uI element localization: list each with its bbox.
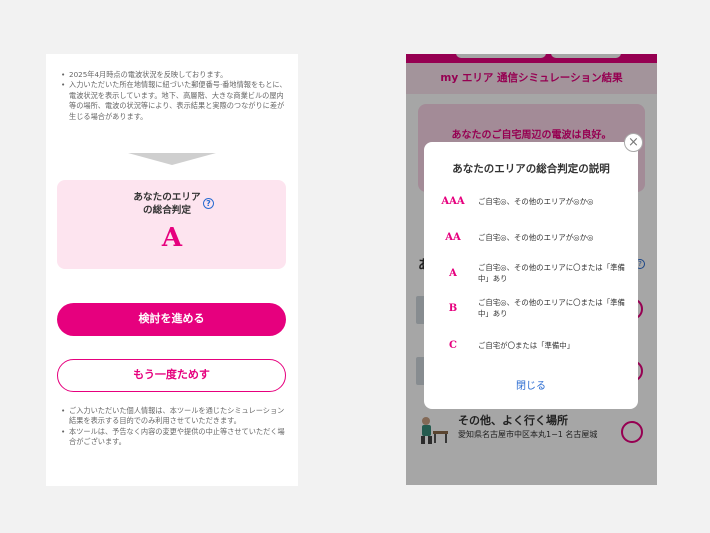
note-item: ご入力いただいた個人情報は、本ツールを通じたシミュレーション結果を表示する目的で…: [61, 406, 287, 427]
note-item: 入力いただいた所在地情報に紐づいた郵便番号·番地情報をもとに、電波状況を表示して…: [61, 80, 287, 122]
judge-grade: A: [161, 223, 183, 253]
notes-top: 2025年4月時点の電波状況を反映しております。 入力いただいた所在地情報に紐づ…: [61, 70, 287, 122]
left-screen: 2025年4月時点の電波状況を反映しております。 入力いただいた所在地情報に紐づ…: [46, 54, 298, 486]
notes-bottom: ご入力いただいた個人情報は、本ツールを通じたシミュレーション結果を表示する目的で…: [61, 406, 287, 448]
help-icon[interactable]: ?: [203, 198, 214, 209]
proceed-button[interactable]: 検討を進める: [57, 303, 286, 336]
note-item: 2025年4月時点の電波状況を反映しております。: [61, 70, 287, 81]
grade-explanation-modal: あなたのエリアの総合判定の説明 AAA ご自宅◎、その他のエリアが◎か◎ AA …: [424, 142, 638, 409]
grade-code: B: [448, 303, 458, 314]
grade-description: ご自宅◎、その他のエリアに〇または「準備中」あり: [478, 263, 625, 283]
right-screen: my エリア 通信シミュレーション結果 あなたのご自宅周辺の電波は良好。 あ ?…: [406, 54, 657, 485]
down-arrow-icon: [128, 153, 216, 165]
grade-code: AAA: [441, 196, 465, 207]
note-item: 本ツールは、予告なく内容の変更や提供の中止等させていただく場合がございます。: [61, 427, 287, 448]
judge-title: あなたのエリア の総合判定: [133, 192, 201, 216]
close-icon[interactable]: ×: [624, 133, 643, 152]
grade-code: C: [449, 340, 457, 351]
grade-description: ご自宅◎、その他のエリアに〇または「準備中」あり: [478, 298, 625, 318]
modal-title: あなたのエリアの総合判定の説明: [452, 163, 610, 175]
grade-code: AA: [445, 232, 461, 243]
retry-button[interactable]: もう一度ためす: [57, 359, 286, 392]
grade-description: ご自宅が〇または「準備中」: [478, 341, 575, 350]
grade-code: A: [449, 268, 457, 279]
modal-close-button[interactable]: 閉じる: [424, 377, 638, 392]
grade-description: ご自宅◎、その他のエリアが◎か◎: [478, 233, 594, 242]
grade-description: ご自宅◎、その他のエリアが◎か◎: [478, 197, 594, 206]
judge-card: あなたのエリア の総合判定 ? A: [57, 180, 286, 269]
